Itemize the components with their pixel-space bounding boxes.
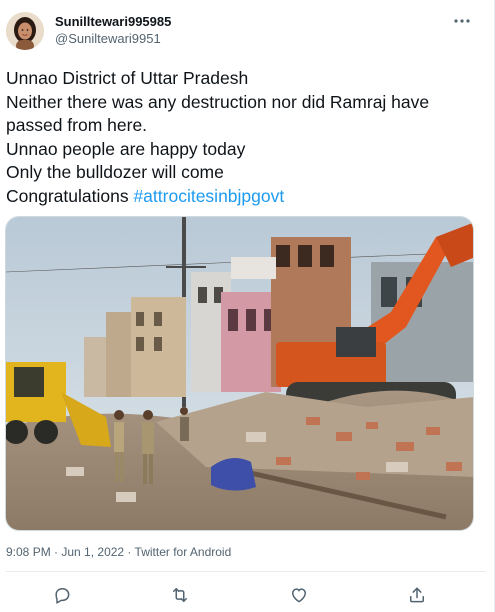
tweet-metadata: 9:08 PM · Jun 1, 2022 · Twitter for Andr… [6,545,231,559]
tweet-line: Unnao people are happy today [6,138,246,159]
tweet-header: Sunilltewari995985 @Suniltewari9951 [6,12,486,56]
tweet-date[interactable]: Jun 1, 2022 [61,545,124,559]
tweet-line-prefix: Congratulations [6,185,134,206]
tweet-text: Unnao District of Uttar Pradesh Neither … [6,67,486,208]
tweet-line: Only the bulldozer will come [6,162,224,182]
tweet-photo[interactable] [5,216,474,531]
tweet-card: Sunilltewari995985 @Suniltewari9951 Unna… [0,0,495,612]
reply-icon[interactable] [50,583,74,607]
share-icon[interactable] [405,583,429,607]
tweet-line: Neither there was any destruction nor di… [6,91,430,112]
tweet-line: passed from here. [6,115,148,135]
more-horizontal-icon[interactable] [452,14,472,30]
tweet-line: Unnao District of Uttar Pradesh [6,68,249,88]
hashtag-link[interactable]: #attrocitesinbjpgovt [133,186,284,206]
avatar[interactable] [6,12,44,50]
retweet-icon[interactable] [168,583,192,607]
tweet-source[interactable]: Twitter for Android [135,545,232,559]
like-icon[interactable] [287,583,311,607]
author-names: Sunilltewari995985 @Suniltewari9951 [55,14,171,47]
tweet-time[interactable]: 9:08 PM [6,545,51,559]
meta-separator: · [124,545,135,559]
tweet-actions [0,583,495,607]
meta-separator: · [50,545,62,559]
divider [6,571,486,572]
author-handle[interactable]: @Suniltewari9951 [55,31,171,47]
tweet-line-last: Congratulations #attrocitesinbjpgovt [6,185,486,209]
author-display-name[interactable]: Sunilltewari995985 [55,14,171,30]
